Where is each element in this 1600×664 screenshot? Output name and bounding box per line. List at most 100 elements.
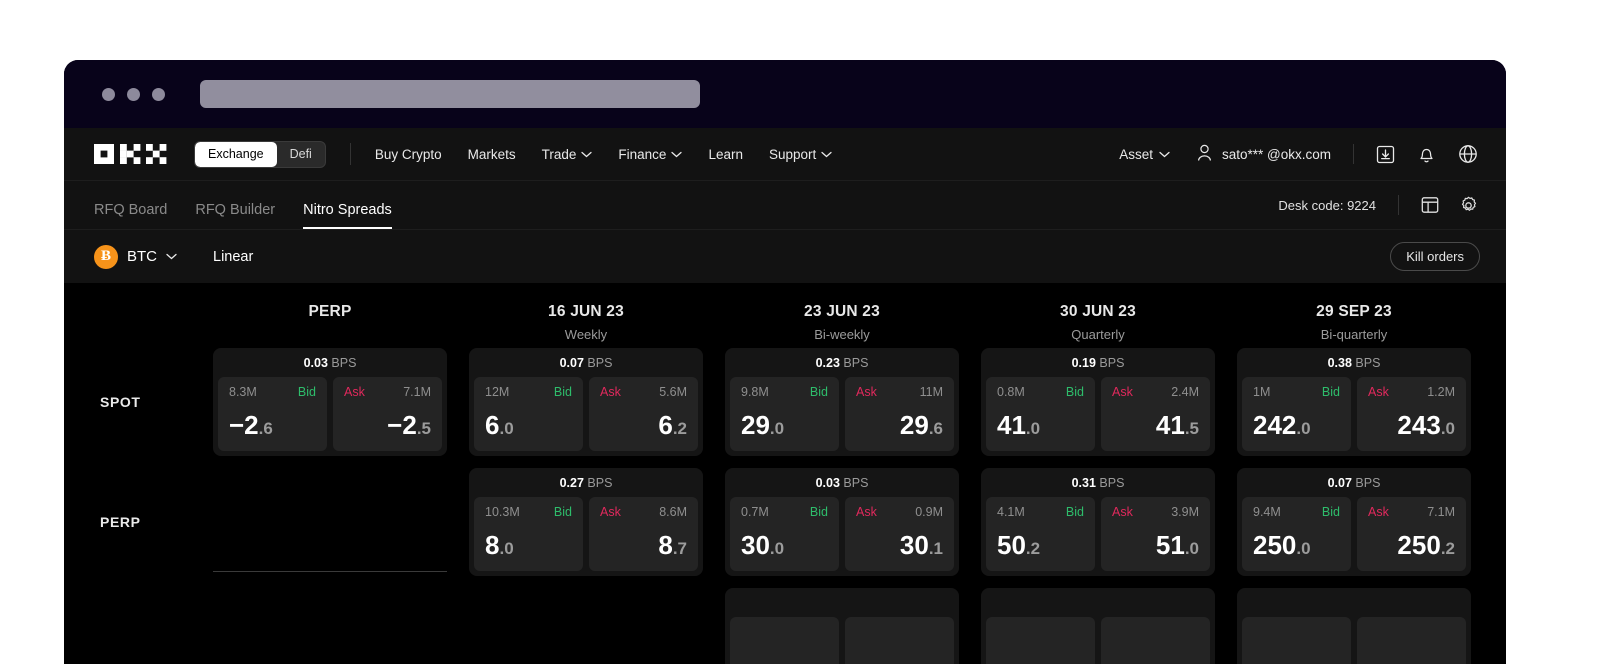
bid-size: 4.1M [997,505,1025,519]
asset-menu-button[interactable]: Asset [1119,147,1170,162]
bid-ask-pair: 9.4M Bid 250.0 Ask 7.1M 250.2 [1242,497,1466,571]
nav-item-learn[interactable]: Learn [708,147,743,162]
globe-icon[interactable] [1458,144,1478,164]
bid-ask-pair [986,617,1210,664]
bid-quote[interactable]: 0.7M Bid 30.0 [730,497,839,571]
ask-header: Ask 3.9M [1112,505,1199,519]
grid-cell: 0.07 BPS 12M Bid 6.0 Ask 5.6M 6.2 [458,342,714,462]
nav-item-support[interactable]: Support [769,147,832,162]
address-bar[interactable] [200,80,700,108]
nav-item-buy-crypto[interactable]: Buy Crypto [375,147,442,162]
nav-label: Buy Crypto [374,146,442,162]
bid-ask-pair: 0.8M Bid 41.0 Ask 2.4M 41.5 [986,377,1210,451]
ask-label: Ask [1112,385,1133,399]
ask-quote[interactable]: Ask 3.9M 51.0 [1101,497,1210,571]
spread-quote-card[interactable]: 0.31 BPS 4.1M Bid 50.2 Ask 3.9M 51.0 [981,468,1215,576]
column-expiry: PERP [308,303,352,320]
nav-item-trade[interactable]: Trade [542,147,593,162]
ask-header: Ask 7.1M [1368,505,1455,519]
coin-selector[interactable]: Ƀ BTC [94,244,177,269]
toggle-exchange[interactable]: Exchange [195,141,277,167]
nav-item-finance[interactable]: Finance [618,147,683,162]
grid-cell: 0.03 BPS 0.7M Bid 30.0 Ask 0.9M 30.1 [714,462,970,582]
gear-icon[interactable] [1459,196,1478,215]
bid-quote[interactable] [986,617,1095,664]
ask-quote[interactable]: Ask 7.1M −2.5 [333,377,442,451]
okx-logo-icon[interactable] [94,144,172,164]
bid-quote[interactable]: 9.4M Bid 250.0 [1242,497,1351,571]
ask-size: 2.4M [1171,385,1199,399]
tab-rfq-board[interactable]: RFQ Board [94,202,167,229]
bid-quote[interactable]: 10.3M Bid 8.0 [474,497,583,571]
column-header: 16 JUN 23 Weekly [458,283,714,342]
grid-cell [202,462,458,582]
account-menu-button[interactable]: sato*** @okx.com [1196,144,1331,165]
ask-quote[interactable] [1101,617,1210,664]
ask-size: 0.9M [915,505,943,519]
ask-size: 7.1M [1427,505,1455,519]
empty-cell-divider [213,468,447,572]
spread-quote-card[interactable] [1237,588,1471,664]
maximize-window-dot[interactable] [152,87,165,101]
sub-navigation-bar: RFQ Board RFQ Builder Nitro Spreads Desk… [64,180,1506,229]
bid-price: 50.2 [997,530,1041,560]
spread-quote-card[interactable]: 0.03 BPS 8.3M Bid −2.6 Ask 7.1M −2.5 [213,348,447,456]
instrument-bar: Ƀ BTC Linear Kill orders [64,229,1506,283]
spread-quote-card[interactable]: 0.27 BPS 10.3M Bid 8.0 Ask 8.6M 8.7 [469,468,703,576]
ask-quote[interactable]: Ask 1.2M 243.0 [1357,377,1466,451]
tab-nitro-spreads[interactable]: Nitro Spreads [303,202,392,229]
desk-code-label: Desk code: 9224 [1278,197,1376,213]
ask-quote[interactable]: Ask 11M 29.6 [845,377,954,451]
spread-quote-card[interactable]: 0.07 BPS 9.4M Bid 250.0 Ask 7.1M 250.2 [1237,468,1471,576]
bid-ask-pair: 8.3M Bid −2.6 Ask 7.1M −2.5 [218,377,442,451]
spread-quote-card[interactable] [725,588,959,664]
bid-quote[interactable]: 4.1M Bid 50.2 [986,497,1095,571]
ask-price-decimal: .2 [672,419,687,438]
spread-quote-card[interactable]: 0.19 BPS 0.8M Bid 41.0 Ask 2.4M 41.5 [981,348,1215,456]
spread-quote-card[interactable]: 0.38 BPS 1M Bid 242.0 Ask 1.2M 243.0 [1237,348,1471,456]
grid-cell [202,582,458,664]
minimize-window-dot[interactable] [127,87,140,101]
bid-quote[interactable]: 12M Bid 6.0 [474,377,583,451]
spread-quote-card[interactable]: 0.23 BPS 9.8M Bid 29.0 Ask 11M 29.6 [725,348,959,456]
bell-icon[interactable] [1417,144,1436,164]
ask-quote[interactable] [845,617,954,664]
bid-price: 6.0 [485,410,514,440]
bid-quote[interactable]: 0.8M Bid 41.0 [986,377,1095,451]
bid-ask-pair: 4.1M Bid 50.2 Ask 3.9M 51.0 [986,497,1210,571]
bps-value: 0.27 [559,476,584,490]
bid-price-decimal: .2 [1025,539,1041,558]
spread-quote-card[interactable]: 0.07 BPS 12M Bid 6.0 Ask 5.6M 6.2 [469,348,703,456]
bid-label: Bid [553,505,572,519]
tab-rfq-builder[interactable]: RFQ Builder [195,202,275,229]
okx-app: Exchange Defi Buy Crypto Markets Trade F… [64,128,1506,664]
bps-label [986,594,1210,617]
ask-quote[interactable]: Ask 2.4M 41.5 [1101,377,1210,451]
ask-quote[interactable]: Ask 8.6M 8.7 [589,497,698,571]
download-icon[interactable] [1376,145,1395,164]
ask-quote[interactable] [1357,617,1466,664]
spread-quote-card[interactable] [981,588,1215,664]
bid-quote[interactable]: 9.8M Bid 29.0 [730,377,839,451]
toggle-defi[interactable]: Defi [277,142,325,167]
ask-size: 3.9M [1171,505,1199,519]
nav-item-markets[interactable]: Markets [468,147,516,162]
account-email: sato*** @okx.com [1222,146,1331,162]
spread-quote-card[interactable]: 0.03 BPS 0.7M Bid 30.0 Ask 0.9M 30.1 [725,468,959,576]
kill-orders-button[interactable]: Kill orders [1390,242,1480,271]
ask-quote[interactable]: Ask 7.1M 250.2 [1357,497,1466,571]
ask-quote[interactable]: Ask 5.6M 6.2 [589,377,698,451]
bps-value: 0.31 [1071,476,1096,490]
bid-quote[interactable] [1242,617,1351,664]
column-header: 29 SEP 23 Bi-quarterly [1226,283,1482,342]
ask-quote[interactable]: Ask 0.9M 30.1 [845,497,954,571]
bid-price-decimal: .0 [769,539,785,558]
exchange-defi-toggle[interactable]: Exchange Defi [194,140,326,168]
close-window-dot[interactable] [102,87,115,101]
window-controls[interactable] [102,87,165,101]
bid-quote[interactable]: 8.3M Bid −2.6 [218,377,327,451]
bid-quote[interactable]: 1M Bid 242.0 [1242,377,1351,451]
bid-size: 0.7M [741,505,769,519]
layout-icon[interactable] [1421,196,1439,214]
bid-quote[interactable] [730,617,839,664]
